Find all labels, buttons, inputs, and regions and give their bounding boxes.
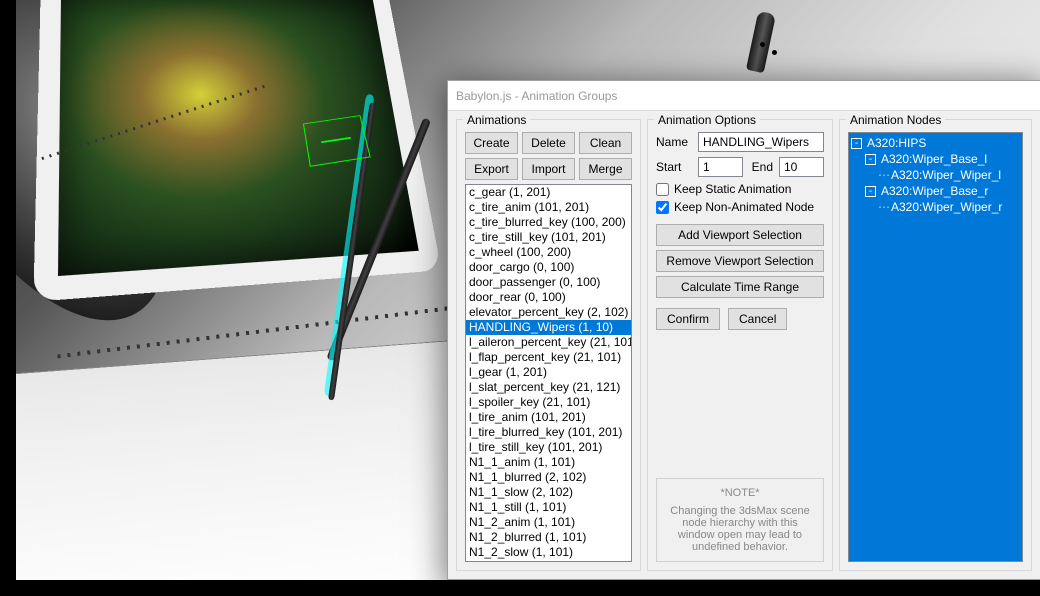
list-item[interactable]: N1_2_blurred (1, 101) [466,530,631,545]
list-item[interactable]: N1_2_still (1, 101) [466,560,631,562]
list-item[interactable]: N1_1_blurred (2, 102) [466,470,631,485]
tree-node-label: A320:Wiper_Base_r [879,183,990,199]
list-item[interactable]: c_tire_anim (101, 201) [466,200,631,215]
list-item[interactable]: c_tire_still_key (101, 201) [466,230,631,245]
animation-nodes-panel: Animation Nodes -A320:HIPS-A320:Wiper_Ba… [839,119,1032,571]
name-field[interactable] [698,132,824,152]
list-item[interactable]: l_spoiler_key (21, 101) [466,395,631,410]
merge-button[interactable]: Merge [579,158,632,180]
dialog-title: Babylon.js - Animation Groups [456,89,617,103]
keep-static-checkbox[interactable] [656,183,669,196]
collapse-icon[interactable]: - [865,154,876,165]
list-item[interactable]: l_tire_still_key (101, 201) [466,440,631,455]
list-item[interactable]: c_gear (1, 201) [466,185,631,200]
export-button[interactable]: Export [465,158,518,180]
list-item[interactable]: door_cargo (0, 100) [466,260,631,275]
panel-label: Animations [463,113,530,127]
collapse-icon[interactable]: - [851,138,862,149]
tree-node[interactable]: ⋯A320:Wiper_Wiper_l [849,167,1022,183]
clean-button[interactable]: Clean [579,132,632,154]
add-viewport-selection-button[interactable]: Add Viewport Selection [656,224,824,246]
list-item[interactable]: l_slat_percent_key (21, 121) [466,380,631,395]
rivet-dots [760,42,790,62]
animations-panel: Animations Create Delete Clean Export Im… [456,119,641,571]
dialog-titlebar[interactable]: Babylon.js - Animation Groups [448,81,1040,111]
list-item[interactable]: N1_2_anim (1, 101) [466,515,631,530]
remove-viewport-selection-button[interactable]: Remove Viewport Selection [656,250,824,272]
keep-static-label[interactable]: Keep Static Animation [674,182,791,196]
note-title: *NOTE* [665,487,815,499]
end-label: End [749,160,773,174]
keep-non-animated-checkbox[interactable] [656,201,669,214]
list-item[interactable]: HANDLING_Wipers (1, 10) [466,320,631,335]
cancel-button[interactable]: Cancel [728,308,787,330]
node-tree[interactable]: -A320:HIPS-A320:Wiper_Base_l⋯A320:Wiper_… [848,132,1023,562]
animation-options-panel: Animation Options Name Start End Keep St… [647,119,833,571]
start-field[interactable] [698,157,743,177]
tree-node[interactable]: -A320:HIPS [849,135,1022,151]
note-body: Changing the 3dsMax scene node hierarchy… [665,505,815,553]
list-item[interactable]: elevator_percent_key (2, 102) [466,305,631,320]
tree-node-label: A320:Wiper_Wiper_l [889,167,1003,183]
collapse-icon[interactable]: - [865,186,876,197]
list-item[interactable]: door_passenger (0, 100) [466,275,631,290]
list-item[interactable]: l_flap_percent_key (21, 101) [466,350,631,365]
confirm-button[interactable]: Confirm [656,308,720,330]
tree-node-label: A320:Wiper_Wiper_r [889,199,1004,215]
list-item[interactable]: door_rear (0, 100) [466,290,631,305]
panel-label: Animation Nodes [846,113,945,127]
tree-leaf-icon: ⋯ [879,167,889,183]
list-item[interactable]: l_tire_anim (101, 201) [466,410,631,425]
keep-non-animated-label[interactable]: Keep Non-Animated Node [674,200,814,214]
list-item[interactable]: c_wheel (100, 200) [466,245,631,260]
tree-node-label: A320:HIPS [865,135,928,151]
calculate-time-range-button[interactable]: Calculate Time Range [656,276,824,298]
list-item[interactable]: N1_1_anim (1, 101) [466,455,631,470]
panel-label: Animation Options [654,113,760,127]
list-item[interactable]: c_tire_blurred_key (100, 200) [466,215,631,230]
tree-node[interactable]: ⋯A320:Wiper_Wiper_r [849,199,1022,215]
list-item[interactable]: N1_1_still (1, 101) [466,500,631,515]
list-item[interactable]: N1_1_slow (2, 102) [466,485,631,500]
name-label: Name [656,135,692,149]
tree-node[interactable]: -A320:Wiper_Base_r [849,183,1022,199]
tree-node[interactable]: -A320:Wiper_Base_l [849,151,1022,167]
delete-button[interactable]: Delete [522,132,575,154]
start-label: Start [656,160,692,174]
tree-leaf-icon: ⋯ [879,199,889,215]
end-field[interactable] [779,157,824,177]
list-item[interactable]: l_gear (1, 201) [466,365,631,380]
list-item[interactable]: N1_2_slow (1, 101) [466,545,631,560]
create-button[interactable]: Create [465,132,518,154]
list-item[interactable]: l_aileron_percent_key (21, 101) [466,335,631,350]
tree-node-label: A320:Wiper_Base_l [879,151,989,167]
animation-groups-dialog: Babylon.js - Animation Groups Animations… [447,80,1040,580]
animation-list[interactable]: c_gear (1, 201)c_tire_anim (101, 201)c_t… [465,184,632,562]
note-box: *NOTE* Changing the 3dsMax scene node hi… [656,478,824,562]
import-button[interactable]: Import [522,158,575,180]
list-item[interactable]: l_tire_blurred_key (101, 201) [466,425,631,440]
cockpit-window [33,0,441,302]
